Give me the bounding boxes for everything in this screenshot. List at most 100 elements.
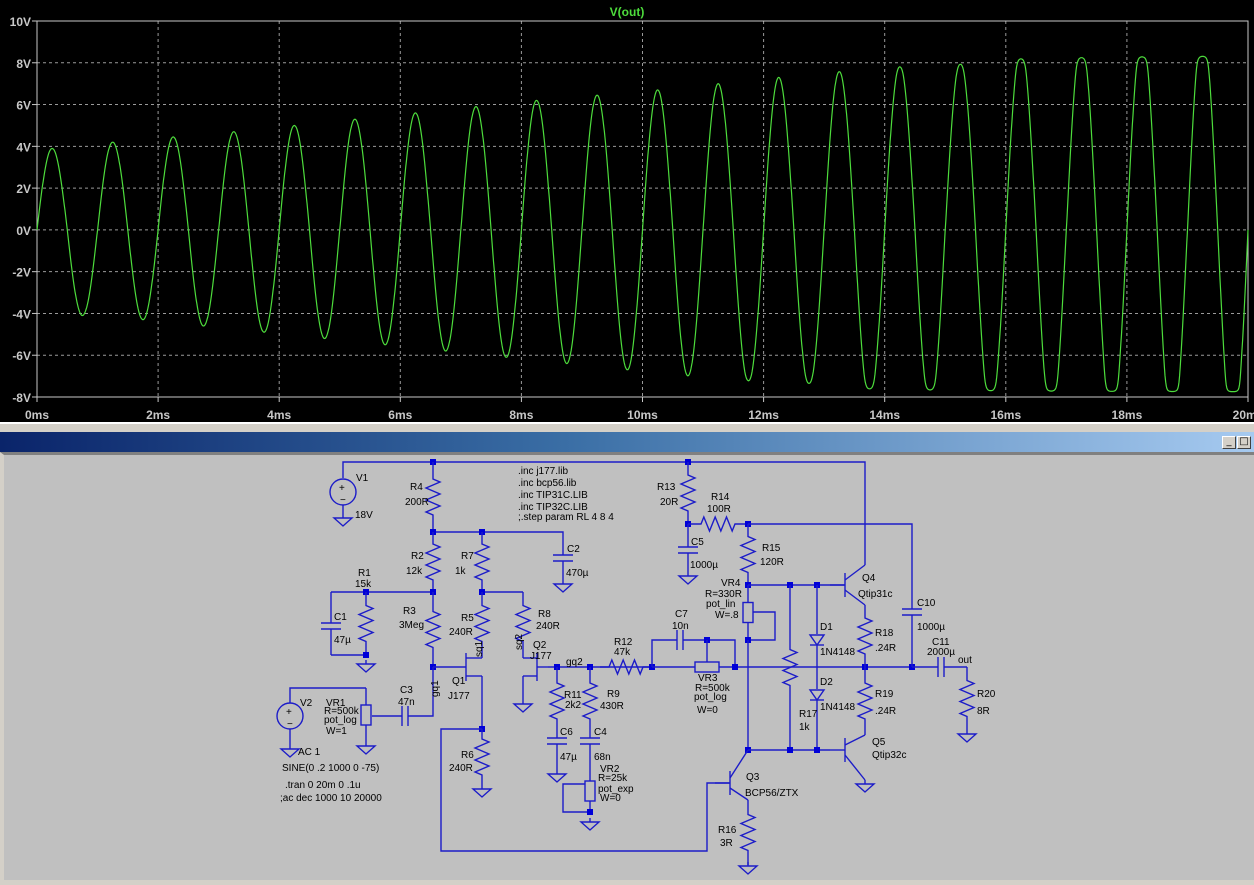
component-label-r4[interactable]: R4 bbox=[410, 482, 423, 493]
component-label-c3[interactable]: C3 bbox=[400, 685, 413, 696]
component-label-c7[interactable]: 10n bbox=[672, 621, 689, 632]
spice-command[interactable]: .tran 0 20m 0 .1u bbox=[285, 780, 361, 791]
component-label-c7[interactable]: C7 bbox=[675, 609, 688, 620]
component-label-vr4[interactable]: pot_lin bbox=[706, 599, 735, 610]
component-label-c3[interactable]: 47n bbox=[398, 697, 415, 708]
component-label-r14[interactable]: 100R bbox=[707, 504, 731, 515]
component-label-r4[interactable]: 200R bbox=[405, 497, 429, 508]
spice-command[interactable]: SINE(0 .2 1000 0 -75) bbox=[282, 763, 379, 774]
component-label-r16[interactable]: 3R bbox=[720, 838, 733, 849]
component-label-r15[interactable]: 120R bbox=[760, 557, 784, 568]
component-label-r15[interactable]: R15 bbox=[762, 543, 781, 554]
component-label-r20[interactable]: R20 bbox=[977, 689, 996, 700]
component-label-c4[interactable]: C4 bbox=[594, 727, 607, 738]
component-label-v2[interactable]: V2 bbox=[300, 698, 313, 709]
component-label-q4[interactable]: Q4 bbox=[862, 573, 876, 584]
net-label[interactable]: sq1 bbox=[474, 640, 485, 657]
spice-directive[interactable]: ;.step param RL 4 8 4 bbox=[518, 512, 614, 523]
component-label-r19[interactable]: .24R bbox=[875, 706, 896, 717]
component-label-q3[interactable]: BCP56/ZTX bbox=[745, 788, 799, 799]
component-label-vr1[interactable]: W=1 bbox=[326, 726, 347, 737]
spice-command[interactable]: ;ac dec 1000 10 20000 bbox=[280, 793, 382, 804]
component-label-vr2[interactable]: W=0 bbox=[600, 793, 621, 804]
net-label[interactable]: gq2 bbox=[566, 657, 583, 668]
component-label-r3[interactable]: R3 bbox=[403, 606, 416, 617]
pane-splitter[interactable] bbox=[0, 422, 1254, 432]
component-label-q4[interactable]: Qtip31c bbox=[858, 589, 892, 600]
component-label-c4[interactable]: 68n bbox=[594, 752, 611, 763]
component-label-r5[interactable]: R5 bbox=[461, 613, 474, 624]
component-label-vr4[interactable]: W=.8 bbox=[715, 610, 739, 621]
component-label-c6[interactable]: 47µ bbox=[560, 752, 577, 763]
component-label-r8[interactable]: 240R bbox=[536, 621, 560, 632]
component-label-vr2[interactable]: R=25k bbox=[598, 773, 628, 784]
component-label-c5[interactable]: 1000µ bbox=[690, 560, 718, 571]
component-label-r2[interactable]: 12k bbox=[406, 566, 423, 577]
component-label-d2[interactable]: 1N4148 bbox=[820, 702, 855, 713]
net-label[interactable]: gq1 bbox=[430, 680, 441, 697]
component-label-r9[interactable]: 430R bbox=[600, 701, 624, 712]
component-label-r13[interactable]: R13 bbox=[657, 482, 676, 493]
component-label-c6[interactable]: C6 bbox=[560, 727, 573, 738]
spice-directive[interactable]: .inc TIP31C.LIB bbox=[518, 490, 588, 501]
schematic-drawing[interactable]: +−+−V118VV2AC 1R115kR212kR33MegR4200RR52… bbox=[4, 455, 1254, 880]
component-label-r13[interactable]: 20R bbox=[660, 497, 678, 508]
schematic-window-titlebar[interactable]: _ □ bbox=[0, 432, 1254, 452]
component-label-c1[interactable]: 47µ bbox=[334, 635, 351, 646]
component-label-r1[interactable]: 15k bbox=[355, 579, 372, 590]
waveform-plot[interactable]: V(out) 0ms 2ms 4ms 6ms 8ms 10ms 12ms 14ms 16ms 18m… bbox=[0, 0, 1254, 422]
component-label-d1[interactable]: 1N4148 bbox=[820, 647, 855, 658]
component-label-c1[interactable]: C1 bbox=[334, 612, 347, 623]
component-label-q2[interactable]: Q2 bbox=[533, 640, 547, 651]
component-label-r17[interactable]: 1k bbox=[799, 722, 811, 733]
component-label-d2[interactable]: D2 bbox=[820, 677, 833, 688]
net-label[interactable]: sq2 bbox=[514, 633, 525, 650]
component-label-v1[interactable]: 18V bbox=[355, 510, 373, 521]
component-label-q5[interactable]: Qtip32c bbox=[872, 750, 906, 761]
component-label-vr1[interactable]: pot_log bbox=[324, 715, 357, 726]
component-label-q3[interactable]: Q3 bbox=[746, 772, 760, 783]
component-label-q2[interactable]: J177 bbox=[530, 651, 552, 662]
component-label-r8[interactable]: R8 bbox=[538, 609, 551, 620]
component-label-r7[interactable]: 1k bbox=[455, 566, 467, 577]
component-label-r1[interactable]: R1 bbox=[358, 568, 371, 579]
component-label-r9[interactable]: R9 bbox=[607, 689, 620, 700]
component-label-r6[interactable]: 240R bbox=[449, 763, 473, 774]
component-label-c11[interactable]: 2000µ bbox=[927, 647, 955, 658]
component-label-r17[interactable]: R17 bbox=[799, 709, 818, 720]
component-label-q1[interactable]: Q1 bbox=[452, 676, 466, 687]
component-label-q5[interactable]: Q5 bbox=[872, 737, 886, 748]
component-label-r3[interactable]: 3Meg bbox=[399, 620, 424, 631]
component-label-r16[interactable]: R16 bbox=[718, 825, 737, 836]
component-label-r5[interactable]: 240R bbox=[449, 627, 473, 638]
minimize-button[interactable]: _ bbox=[1222, 436, 1236, 449]
trace-label[interactable]: V(out) bbox=[610, 5, 645, 19]
component-label-vr3[interactable]: W=0 bbox=[697, 705, 718, 716]
spice-directive[interactable]: .inc bcp56.lib bbox=[518, 478, 577, 489]
component-label-v2[interactable]: AC 1 bbox=[298, 747, 321, 758]
component-label-r18[interactable]: R18 bbox=[875, 628, 894, 639]
component-label-r12[interactable]: 47k bbox=[614, 647, 631, 658]
maximize-button[interactable]: □ bbox=[1237, 436, 1251, 449]
component-label-c5[interactable]: C5 bbox=[691, 537, 704, 548]
waveform-plot-pane[interactable]: V(out) 0ms 2ms 4ms 6ms 8ms 10ms 12ms 14ms 16ms 18m… bbox=[0, 0, 1254, 422]
component-label-r18[interactable]: .24R bbox=[875, 643, 896, 654]
component-label-c10[interactable]: C10 bbox=[917, 598, 936, 609]
net-label[interactable]: out bbox=[958, 655, 972, 666]
component-label-vr3[interactable]: pot_log bbox=[694, 692, 727, 703]
component-label-c2[interactable]: C2 bbox=[567, 544, 580, 555]
component-label-v1[interactable]: V1 bbox=[356, 473, 369, 484]
component-label-vr4[interactable]: VR4 bbox=[721, 578, 741, 589]
component-label-d1[interactable]: D1 bbox=[820, 622, 833, 633]
spice-directive[interactable]: .inc j177.lib bbox=[518, 466, 568, 477]
schematic-canvas[interactable]: + − + − V1 18V V2 AC 1 R1 15k R2 12k R3 3Meg R4 200R R5 2… bbox=[0, 452, 1254, 880]
component-label-c2[interactable]: 470µ bbox=[566, 568, 589, 579]
component-label-r14[interactable]: R14 bbox=[711, 492, 730, 503]
component-label-r19[interactable]: R19 bbox=[875, 689, 894, 700]
component-label-r2[interactable]: R2 bbox=[411, 551, 424, 562]
component-label-q1[interactable]: J177 bbox=[448, 691, 470, 702]
component-label-c10[interactable]: 1000µ bbox=[917, 622, 945, 633]
component-label-r7[interactable]: R7 bbox=[461, 551, 474, 562]
component-label-r11[interactable]: 2k2 bbox=[565, 700, 582, 711]
component-label-r6[interactable]: R6 bbox=[461, 750, 474, 761]
